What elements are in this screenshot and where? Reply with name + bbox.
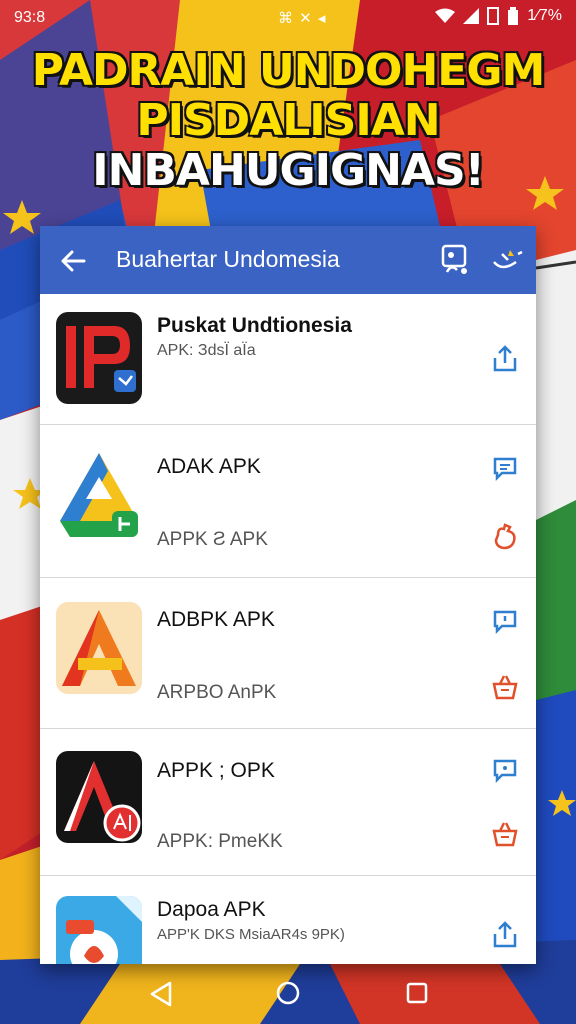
app-logo-a-icon [56,602,142,694]
app-logo-red-a-icon [56,751,142,843]
toolbar-title: Buahertar Undomesia [116,246,340,272]
status-bar: 93:8 ⌘ ✕ ◂ 1⁄7% [0,0,576,36]
app-subtitle: APPK Ƨ APK [157,529,268,550]
list-item[interactable]: Dapoa APK APP'K DKS MsiaAR4s 9PK) [40,876,536,964]
list-item[interactable]: APPK ; OPK APPK: PmeKK [40,729,536,876]
nav-back-icon[interactable] [148,980,174,1008]
status-indicators: 1⁄7% [435,7,562,25]
app-logo-ip-icon [56,312,142,404]
app-logo-sticker-icon [56,896,142,964]
share-icon[interactable] [490,920,520,950]
account-card-icon[interactable] [438,242,472,278]
comment-icon[interactable] [490,453,520,483]
hand-icon[interactable] [490,521,520,551]
status-time: 93:8 [14,9,46,26]
app-list: Puskat Undtionesia APK: ЗdsЇ aЇa ADAK AP… [40,294,536,964]
comment-icon[interactable] [490,755,520,785]
signal-icon [463,8,480,24]
nav-recents-icon[interactable] [406,982,428,1004]
headline-line-3: INBAHUGIGNAS! [91,145,486,197]
headline-line-1: PADRAIN UNDOHEGM [31,45,547,97]
app-subtitle: APP'K DKS MsiaAR4s 9PK) [157,926,345,943]
app-window: Buahertar Undomesia Puskat Undtionesia A… [40,226,536,964]
basket-icon[interactable] [490,672,520,702]
sort-icon[interactable] [488,242,524,278]
app-subtitle: ARPBO AnPK [157,682,277,703]
comment-icon[interactable] [490,606,520,636]
app-logo-drive-icon [56,449,142,541]
headline-line-2: PISDALISIAN [135,95,441,147]
sd-card-icon [487,7,500,25]
app-name: ADBPK APK [157,608,275,631]
system-nav-bar [0,964,576,1024]
nav-home-icon[interactable] [276,981,300,1005]
list-item[interactable]: Puskat Undtionesia APK: ЗdsЇ aЇa [40,294,536,425]
app-name: ADAK APK [157,455,261,478]
app-name: APPK ; OPK [157,759,275,782]
app-subtitle: APK: ЗdsЇ aЇa [157,342,256,359]
battery-percent: 1⁄7% [527,7,562,24]
promo-headline: PADRAIN UNDOHEGM PISDALISIAN INBAHUGIGNA… [0,45,576,197]
list-item[interactable]: ADBPK APK ARPBO AnPK [40,578,536,729]
app-subtitle: APPK: PmeKK [157,831,283,852]
share-icon[interactable] [490,344,520,374]
wifi-icon [435,8,456,23]
app-name: Puskat Undtionesia [157,314,352,337]
back-arrow-icon[interactable] [58,246,88,276]
app-toolbar: Buahertar Undomesia [40,226,536,294]
notification-icons: ⌘ ✕ ◂ [278,10,327,27]
basket-icon[interactable] [490,819,520,849]
list-item[interactable]: ADAK APK APPK Ƨ APK [40,425,536,578]
app-name: Dapoa APK [157,898,266,921]
battery-icon [508,7,519,25]
